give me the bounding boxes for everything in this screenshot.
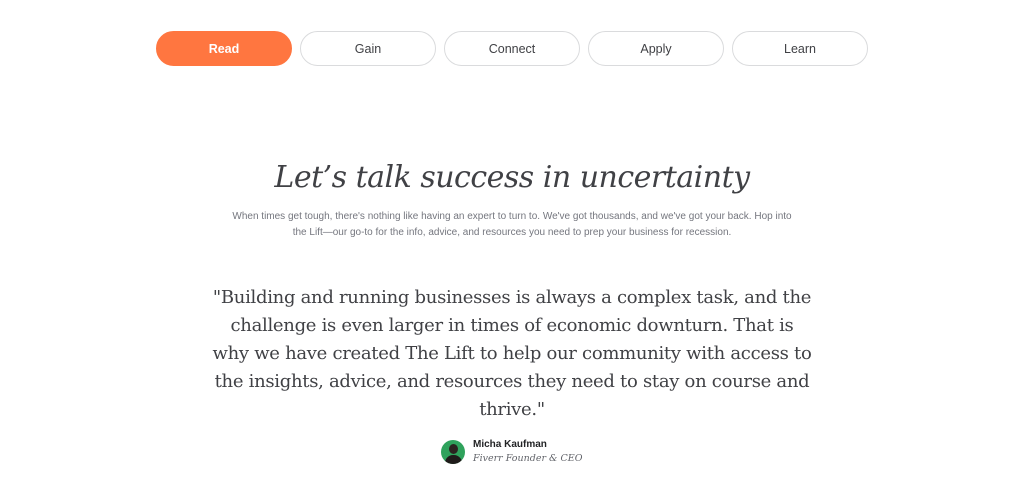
author-role: Fiverr Founder & CEO: [473, 453, 583, 464]
tab-learn[interactable]: Learn: [732, 31, 868, 66]
tab-connect[interactable]: Connect: [444, 31, 580, 66]
author-text: Micha Kaufman Fiverr Founder & CEO: [473, 438, 582, 466]
testimonial-author: Micha Kaufman Fiverr Founder & CEO: [441, 438, 582, 466]
page-title: Let’s talk success in uncertainty: [274, 160, 750, 195]
page-subtitle: When times get tough, there's nothing li…: [232, 211, 792, 238]
author-name: Micha Kaufman: [473, 439, 547, 450]
avatar-head-shape: [449, 444, 458, 454]
tab-read[interactable]: Read: [156, 31, 292, 66]
avatar-body-shape: [445, 455, 462, 464]
tab-apply[interactable]: Apply: [588, 31, 724, 66]
category-tabs: Read Gain Connect Apply Learn: [156, 31, 868, 66]
tab-gain[interactable]: Gain: [300, 31, 436, 66]
author-avatar: [441, 440, 465, 464]
testimonial-quote: "Building and running businesses is alwa…: [212, 287, 812, 420]
